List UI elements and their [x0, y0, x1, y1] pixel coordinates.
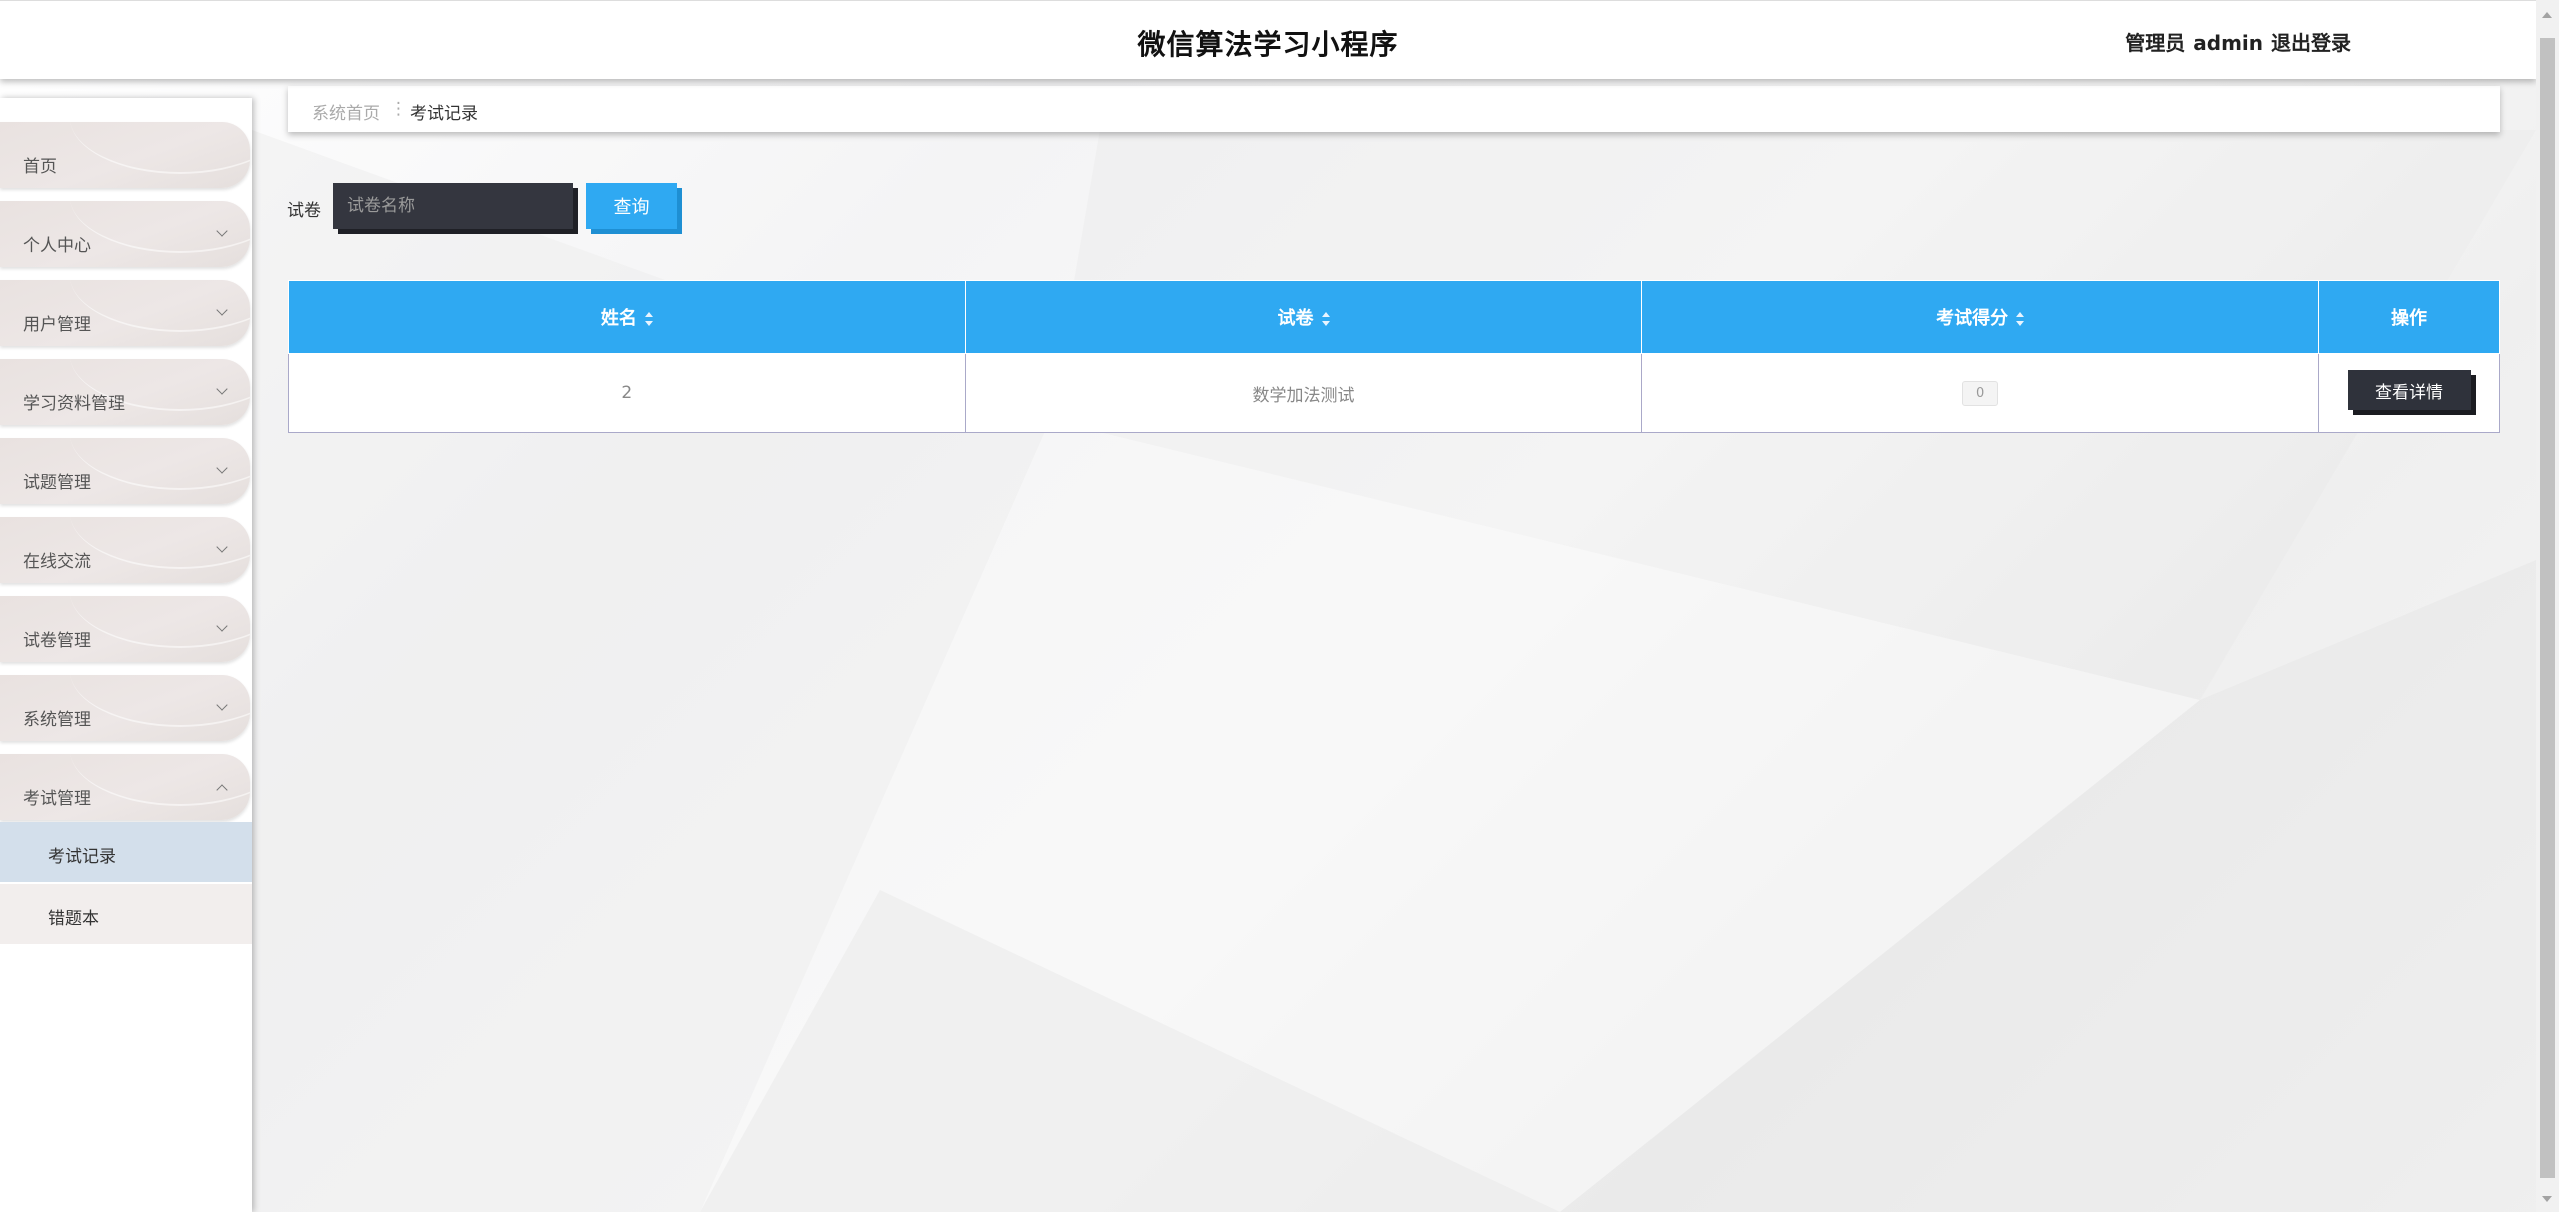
breadcrumb-home-link[interactable]: 系统首页 — [312, 99, 380, 124]
sidebar-item-home[interactable]: 首页 — [0, 122, 250, 188]
scroll-up-arrow-icon[interactable] — [2542, 12, 2552, 18]
sidebar-item-label: 首页 — [23, 157, 57, 177]
sidebar-item-study-materials[interactable]: 学习资料管理 — [0, 359, 250, 425]
username: admin — [2193, 31, 2263, 55]
cell-name: 2 — [288, 353, 966, 433]
sidebar-item-label: 试卷管理 — [23, 631, 91, 651]
column-header-paper[interactable]: 试卷 — [964, 280, 1643, 354]
sort-icon[interactable] — [2016, 312, 2025, 326]
sidebar-item-paper-management[interactable]: 试卷管理 — [0, 596, 250, 662]
scrollbar-thumb[interactable] — [2540, 38, 2555, 1178]
chevron-up-icon — [216, 784, 228, 796]
column-header-label: 试卷 — [1277, 308, 1314, 329]
sort-icon[interactable] — [1321, 312, 1330, 326]
column-header-name[interactable]: 姓名 — [288, 280, 966, 354]
sidebar-item-label: 个人中心 — [23, 236, 91, 256]
sidebar-item-user-management[interactable]: 用户管理 — [0, 280, 250, 346]
sidebar-item-system-management[interactable]: 系统管理 — [0, 675, 250, 741]
sidebar-subitem-exam-records[interactable]: 考试记录 — [0, 822, 252, 882]
cell-score: 0 — [1641, 353, 2320, 433]
chevron-down-icon — [216, 462, 228, 474]
sidebar-item-personal-center[interactable]: 个人中心 — [0, 201, 250, 267]
page-scrollbar[interactable] — [2536, 0, 2559, 1212]
breadcrumb: 系统首页 ⋮ 考试记录 — [288, 86, 2500, 132]
cell-paper: 数学加法测试 — [964, 353, 1643, 433]
chevron-down-icon — [216, 620, 228, 632]
sidebar-item-exam-management[interactable]: 考试管理 — [0, 754, 250, 820]
chevron-down-icon — [216, 699, 228, 711]
page-background — [0, 0, 2559, 1212]
chevron-down-icon — [216, 383, 228, 395]
breadcrumb-separator-icon: ⋮ — [390, 99, 407, 119]
table-header-row: 姓名 试卷 考试得分 操作 — [288, 280, 2500, 354]
sidebar-item-label: 学习资料管理 — [23, 394, 125, 414]
table-row: 2 数学加法测试 0 查看详情 — [288, 353, 2500, 433]
sidebar-subitem-wrong-questions[interactable]: 错题本 — [0, 884, 252, 944]
column-header-label: 姓名 — [600, 308, 637, 329]
sidebar-item-label: 在线交流 — [23, 552, 91, 572]
sidebar-item-label: 考试管理 — [23, 789, 91, 809]
sidebar-item-label: 系统管理 — [23, 710, 91, 730]
search-button[interactable]: 查询 — [586, 183, 677, 229]
sort-icon[interactable] — [644, 312, 653, 326]
sidebar-item-online-chat[interactable]: 在线交流 — [0, 517, 250, 583]
sidebar-subitem-label: 错题本 — [48, 909, 99, 929]
sidebar-item-label: 试题管理 — [23, 473, 91, 493]
user-info: 管理员 admin 退出登录 — [2117, 27, 2351, 56]
score-badge: 0 — [1962, 380, 1999, 406]
sidebar-subitem-label: 考试记录 — [48, 847, 116, 867]
search-label: 试卷 — [287, 201, 321, 221]
scroll-down-arrow-icon[interactable] — [2542, 1196, 2552, 1202]
sidebar-item-label: 用户管理 — [23, 315, 91, 335]
view-details-button[interactable]: 查看详情 — [2347, 370, 2471, 410]
paper-name-search-input[interactable] — [333, 183, 573, 229]
column-header-score[interactable]: 考试得分 — [1641, 280, 2320, 354]
chevron-down-icon — [216, 304, 228, 316]
chevron-down-icon — [216, 225, 228, 237]
top-header: 微信算法学习小程序 管理员 admin 退出登录 — [0, 0, 2536, 79]
sidebar: 首页 个人中心 用户管理 学习资料管理 试题管理 在线交流 试卷管理 系统管理 … — [0, 98, 252, 1212]
user-role: 管理员 — [2125, 31, 2186, 55]
logout-link[interactable]: 退出登录 — [2271, 31, 2351, 55]
column-header-label: 考试得分 — [1936, 308, 2009, 329]
exam-records-table: 姓名 试卷 考试得分 操作 2 数学加法测试 0 查看详情 — [288, 280, 2500, 433]
sidebar-item-question-management[interactable]: 试题管理 — [0, 438, 250, 504]
column-header-action: 操作 — [2318, 280, 2500, 354]
cell-action: 查看详情 — [2318, 353, 2500, 433]
background-polygons — [252, 130, 2536, 1212]
chevron-down-icon — [216, 541, 228, 553]
breadcrumb-current: 考试记录 — [410, 104, 478, 124]
